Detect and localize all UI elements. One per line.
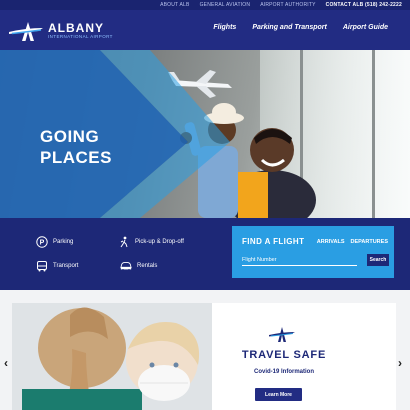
logo-title: ALBANY xyxy=(48,21,104,35)
site-header: ALBANY INTERNATIONAL AIRPORT Flights Par… xyxy=(0,10,410,50)
quick-link-transport[interactable]: Transport xyxy=(36,260,78,272)
quick-link-transport-label: Transport xyxy=(53,263,79,269)
nav-flights[interactable]: Flights xyxy=(213,24,236,31)
parking-icon: P xyxy=(36,236,48,248)
quick-link-parking-label: Parking xyxy=(53,239,74,245)
flight-search-button[interactable]: Search xyxy=(367,254,389,266)
main-nav: Flights Parking and Transport Airport Gu… xyxy=(213,24,388,31)
flight-tabs: ARRIVALS DEPARTURES xyxy=(317,239,388,245)
car-icon xyxy=(120,260,132,272)
utility-link-contact[interactable]: CONTACT ALB (518) 242-2222 xyxy=(326,2,402,8)
promo-photo xyxy=(12,303,212,410)
nav-airport-guide[interactable]: Airport Guide xyxy=(343,24,388,31)
flight-number-input[interactable] xyxy=(242,254,357,266)
hero-title-line-1: GOING xyxy=(40,127,100,146)
utility-bar: ABOUT ALB GENERAL AVIATION AIRPORT AUTHO… xyxy=(0,0,410,10)
quick-link-pickup[interactable]: Pick-up & Drop-off xyxy=(118,236,184,248)
airplane-logo-icon xyxy=(268,325,296,343)
quick-link-parking[interactable]: P Parking xyxy=(36,236,73,248)
quick-link-rentals-label: Rentals xyxy=(137,263,158,269)
svg-text:P: P xyxy=(40,240,45,247)
carousel-next-icon[interactable]: › xyxy=(398,357,402,369)
quick-link-pickup-label: Pick-up & Drop-off xyxy=(135,239,184,245)
promo-carousel: TRAVEL SAFE Covid-19 Information Learn M… xyxy=(12,303,396,410)
site-logo[interactable]: ALBANY INTERNATIONAL AIRPORT xyxy=(8,18,118,44)
utility-link-about[interactable]: ABOUT ALB xyxy=(160,2,190,8)
find-flight-panel: FIND A FLIGHT ARRIVALS DEPARTURES Search xyxy=(232,226,394,278)
logo-subtitle: INTERNATIONAL AIRPORT xyxy=(48,34,113,39)
pickup-person-icon xyxy=(118,236,130,248)
hero-banner: GOING PLACES xyxy=(0,50,410,218)
tab-arrivals[interactable]: ARRIVALS xyxy=(317,239,345,245)
utility-link-general-aviation[interactable]: GENERAL AVIATION xyxy=(200,2,251,8)
learn-more-button[interactable]: Learn More xyxy=(255,388,302,401)
promo-title: TRAVEL SAFE xyxy=(241,349,327,361)
promo-subtitle: Covid-19 Information xyxy=(253,369,314,375)
hero-title-line-2: PLACES xyxy=(40,148,112,167)
nav-parking-transport[interactable]: Parking and Transport xyxy=(252,24,327,31)
hero-title: GOING PLACES xyxy=(40,126,112,168)
find-flight-title: FIND A FLIGHT xyxy=(242,237,305,246)
hero-triangle-overlay xyxy=(0,50,230,218)
utility-link-airport-authority[interactable]: AIRPORT AUTHORITY xyxy=(260,2,315,8)
tab-departures[interactable]: DEPARTURES xyxy=(351,239,389,245)
airplane-logo-icon xyxy=(8,19,44,43)
carousel-prev-icon[interactable]: ‹ xyxy=(4,357,8,369)
bus-icon xyxy=(36,260,48,272)
quick-link-rentals[interactable]: Rentals xyxy=(120,260,157,272)
promo-section: TRAVEL SAFE Covid-19 Information Learn M… xyxy=(0,290,410,410)
